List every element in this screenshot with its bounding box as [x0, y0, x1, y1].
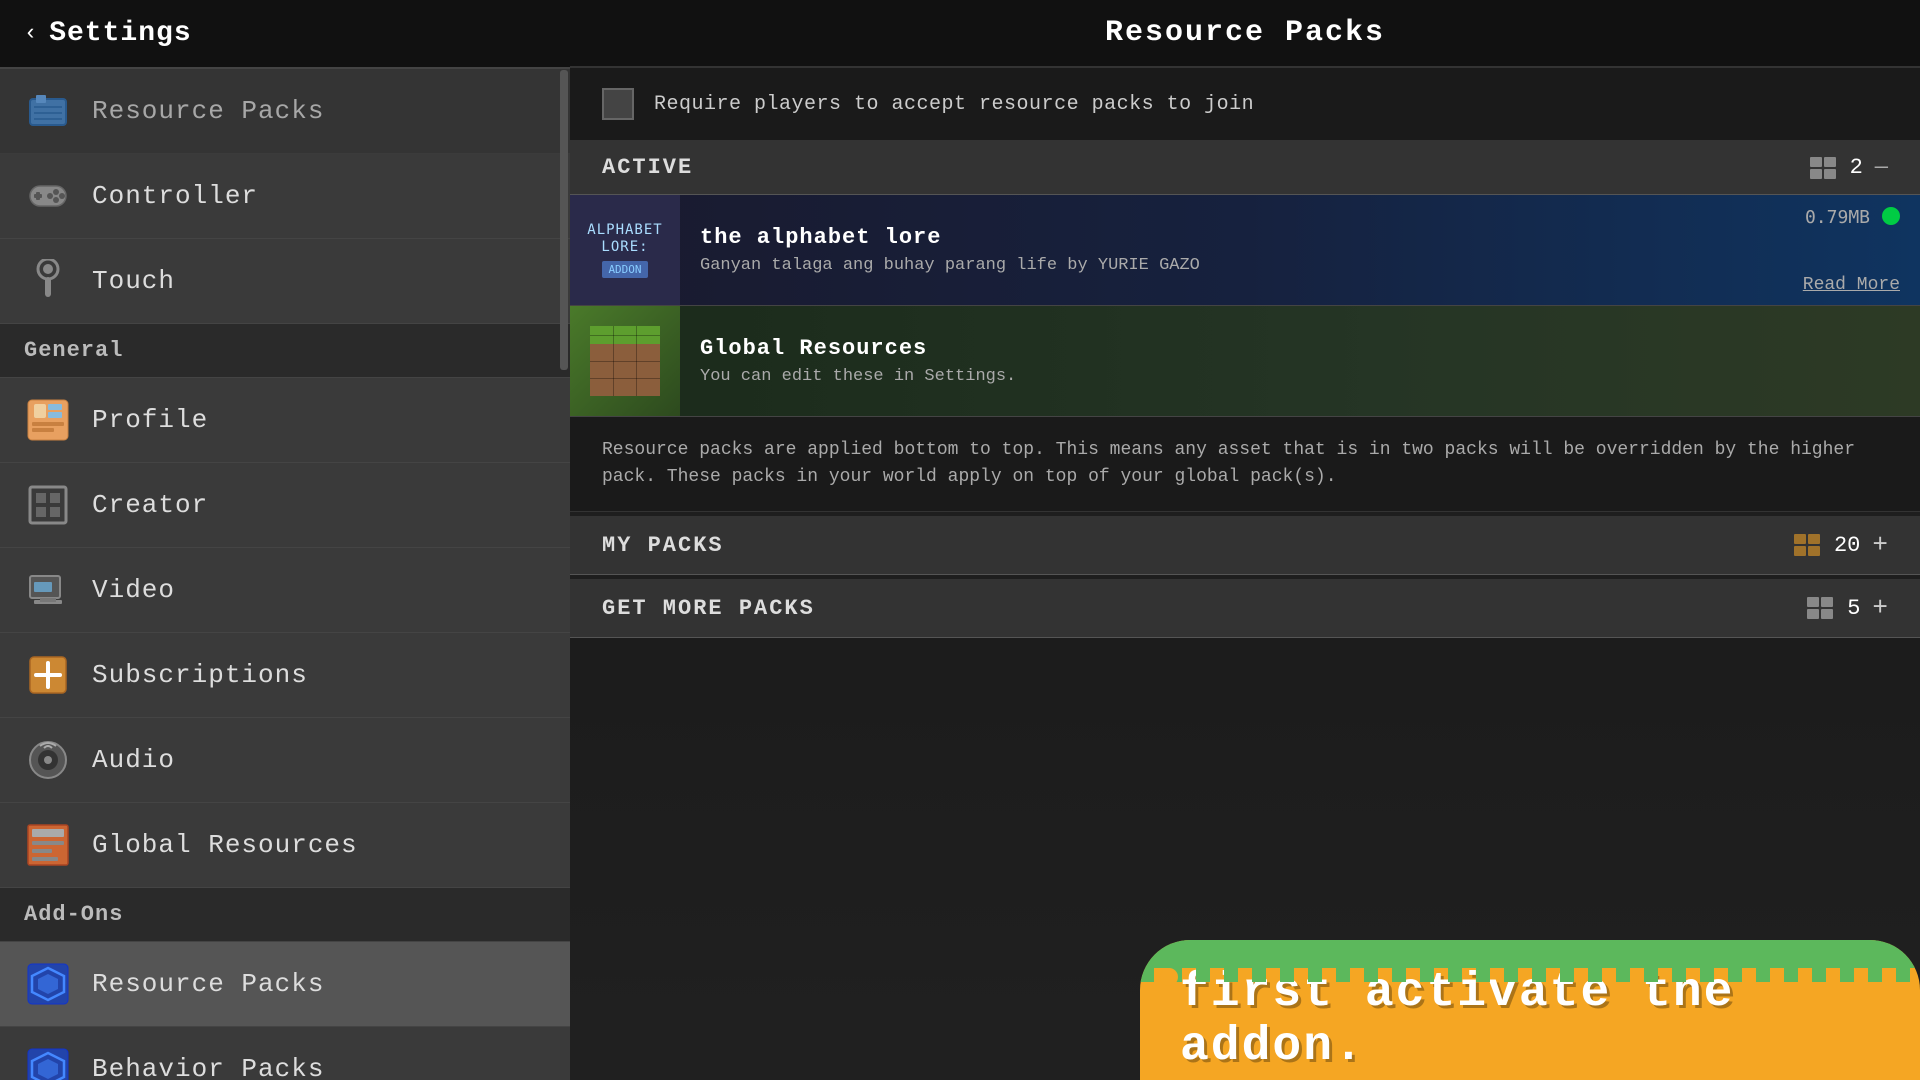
- controller-icon: [24, 172, 72, 220]
- behavior-packs-icon: [24, 1045, 72, 1080]
- my-packs-add-button[interactable]: +: [1872, 530, 1888, 560]
- my-packs-grid-icon: [1794, 534, 1822, 556]
- nav-item-resource-packs[interactable]: Resource Packs: [0, 942, 570, 1027]
- section-addons: Add-Ons: [0, 888, 570, 942]
- touch-icon: [24, 257, 72, 305]
- creator-icon: [24, 481, 72, 529]
- back-button[interactable]: ‹: [24, 21, 37, 46]
- get-more-add-button[interactable]: +: [1872, 593, 1888, 623]
- alphabet-lore-info: the alphabet lore Ganyan talaga ang buha…: [680, 195, 1920, 305]
- nav-item-audio[interactable]: Audio: [0, 718, 570, 803]
- alphabet-lore-desc: Ganyan talaga ang buhay parang life by Y…: [700, 256, 1900, 275]
- alphabet-lore-size: 0.79MB: [1805, 207, 1870, 228]
- sidebar-wrapper: ‹ Settings Resource Packs: [0, 0, 570, 1080]
- section-general: General: [0, 324, 570, 378]
- my-packs-right: 20 +: [1794, 530, 1888, 560]
- global-resources-desc: You can edit these in Settings.: [700, 367, 1900, 386]
- nav-item-video[interactable]: Video: [0, 548, 570, 633]
- read-more-button[interactable]: Read More: [1803, 275, 1900, 295]
- nav-item-controller[interactable]: Controller: [0, 154, 570, 239]
- nav-item-controller-label: Controller: [92, 181, 258, 211]
- active-count: 2: [1850, 155, 1863, 180]
- require-text: Require players to accept resource packs…: [654, 93, 1254, 116]
- nav-item-behavior-packs[interactable]: Behavior Packs: [0, 1027, 570, 1080]
- alphabet-addon-badge: ADDON: [602, 261, 647, 278]
- alphabet-lore-name: the alphabet lore: [700, 225, 1900, 250]
- get-more-bar: GET MORE PACKS 5 +: [570, 579, 1920, 638]
- nav-item-creator-label: Creator: [92, 490, 208, 520]
- nav-item-resource-packs-partial-label: Resource Packs: [92, 96, 324, 126]
- sidebar-content[interactable]: Resource Packs: [0, 69, 570, 1080]
- resource-packs-icon: [24, 960, 72, 1008]
- get-more-right: 5 +: [1807, 593, 1888, 623]
- alphabet-lore-status: [1882, 207, 1900, 225]
- info-text-content: Resource packs are applied bottom to top…: [602, 440, 1855, 487]
- my-packs-count: 20: [1834, 533, 1860, 558]
- global-resources-name: Global Resources: [700, 336, 1900, 361]
- video-icon: [24, 566, 72, 614]
- nav-item-profile[interactable]: Profile: [0, 378, 570, 463]
- grid-icon: [1810, 157, 1838, 179]
- profile-icon: [24, 396, 72, 444]
- nav-item-subscriptions[interactable]: Subscriptions: [0, 633, 570, 718]
- nav-item-behavior-packs-label: Behavior Packs: [92, 1054, 324, 1080]
- sidebar-header: ‹ Settings: [0, 0, 570, 69]
- active-label: ACTIVE: [602, 155, 693, 180]
- bottom-content-area: [570, 638, 1920, 1080]
- nav-item-global-resources[interactable]: Global Resources: [0, 803, 570, 888]
- app-container: ‹ Settings Resource Packs: [0, 0, 1920, 1080]
- nav-item-creator[interactable]: Creator: [0, 463, 570, 548]
- nav-item-resource-packs-partial: Resource Packs: [0, 69, 570, 154]
- resource-packs-partial-icon: [24, 87, 72, 135]
- main-content: Resource Packs Require players to accept…: [570, 0, 1920, 1080]
- settings-title: Settings: [49, 18, 191, 49]
- subscriptions-icon: [24, 651, 72, 699]
- nav-item-global-resources-label: Global Resources: [92, 830, 358, 860]
- block-top: [590, 326, 660, 344]
- alphabet-lore-thumb-art: AlphabetLore: ADDON: [570, 195, 680, 305]
- get-more-label: GET MORE PACKS: [602, 596, 815, 621]
- collapse-icon[interactable]: —: [1875, 155, 1888, 180]
- nav-item-video-label: Video: [92, 575, 175, 605]
- my-packs-bar: MY PACKS 20 +: [570, 516, 1920, 575]
- sidebar-scrollbar[interactable]: [560, 70, 568, 370]
- main-header: Resource Packs: [570, 0, 1920, 68]
- require-row: Require players to accept resource packs…: [570, 68, 1920, 141]
- active-section-right: 2 —: [1810, 155, 1888, 180]
- info-text: Resource packs are applied bottom to top…: [570, 417, 1920, 512]
- global-thumb-art: [570, 306, 680, 416]
- alphabet-lore-thumbnail: AlphabetLore: ADDON: [570, 195, 680, 305]
- pack-card-alphabet-lore[interactable]: AlphabetLore: ADDON the alphabet lore Ga…: [570, 195, 1920, 306]
- global-resources-thumbnail: [570, 306, 680, 416]
- get-more-count: 5: [1847, 596, 1860, 621]
- minecraft-block: [590, 326, 660, 396]
- nav-item-touch-label: Touch: [92, 266, 175, 296]
- my-packs-label: MY PACKS: [602, 533, 724, 558]
- require-checkbox[interactable]: [602, 88, 634, 120]
- sidebar: ‹ Settings Resource Packs: [0, 0, 570, 1080]
- nav-item-resource-packs-label: Resource Packs: [92, 969, 324, 999]
- audio-icon: [24, 736, 72, 784]
- block-front: [590, 344, 660, 396]
- pack-card-global-resources[interactable]: Global Resources You can edit these in S…: [570, 306, 1920, 417]
- global-resources-icon: [24, 821, 72, 869]
- nav-item-profile-label: Profile: [92, 405, 208, 435]
- nav-item-touch[interactable]: Touch: [0, 239, 570, 324]
- nav-item-subscriptions-label: Subscriptions: [92, 660, 308, 690]
- main-title: Resource Packs: [1105, 16, 1385, 50]
- global-resources-info: Global Resources You can edit these in S…: [680, 306, 1920, 416]
- nav-item-audio-label: Audio: [92, 745, 175, 775]
- active-section-bar: ACTIVE 2 —: [570, 141, 1920, 195]
- get-more-grid-icon: [1807, 597, 1835, 619]
